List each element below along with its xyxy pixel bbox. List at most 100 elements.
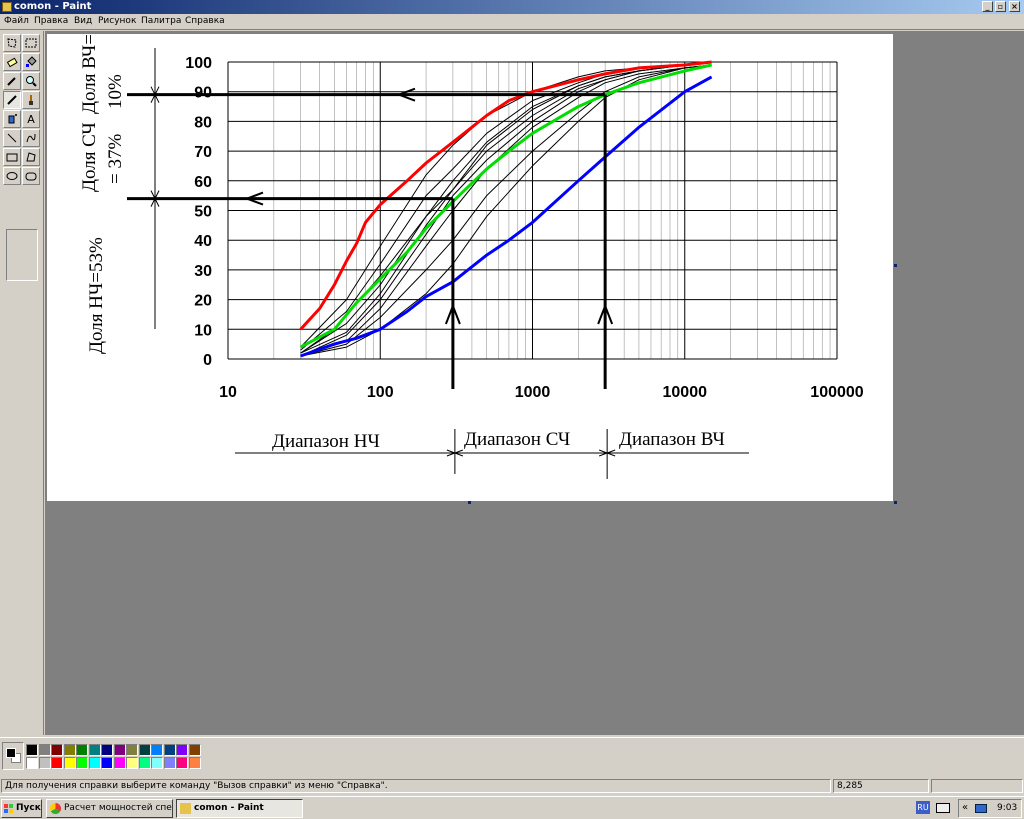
palette-swatch[interactable] [26,744,38,756]
palette-swatch[interactable] [101,744,113,756]
menu-file[interactable]: Файл [4,16,29,26]
label-range-mf: Диапазон СЧ [464,429,570,450]
eraser-icon[interactable] [3,53,21,71]
resize-handle-corner[interactable] [894,501,897,504]
y-tick-label: 20 [194,293,212,310]
label-range-hf: Диапазон ВЧ [619,429,725,450]
y-tick-label: 70 [194,144,212,161]
y-tick-label: 0 [203,352,212,369]
palette-swatch[interactable] [38,757,51,769]
foreground-color-swatch[interactable] [6,748,16,758]
line-tool-icon[interactable] [3,129,21,147]
maximize-button[interactable]: ▫ [995,1,1006,12]
clock[interactable]: 9:03 [997,803,1017,813]
palette-swatch[interactable] [51,757,63,769]
y-tick-label: 90 [194,85,212,102]
y-tick-label: 100 [185,55,212,72]
x-tick-label: 10 [219,384,237,401]
canvas-workspace: 0 10 20 30 40 50 60 70 80 90 100 10 100 1000 10000 1000… [45,31,1024,735]
paint-app-icon [2,2,12,12]
title-bar: comon - Paint _ ▫ × [0,0,1024,14]
status-bar: Для получения справки выберите команду "… [0,777,1024,795]
ellipse-tool-icon[interactable] [3,167,21,185]
resize-handle-bottom[interactable] [468,501,471,504]
palette-swatch[interactable] [126,744,138,756]
toolbox: A [0,31,44,735]
palette-swatch[interactable] [113,757,126,769]
system-tray: « 9:03 [958,799,1022,818]
minimize-button[interactable]: _ [982,1,993,12]
palette-swatch[interactable] [76,744,88,756]
palette-swatch[interactable] [138,757,151,769]
task-paint[interactable]: comon - Paint [176,799,303,818]
network-icon[interactable] [975,804,987,813]
fill-bucket-icon[interactable] [22,53,40,71]
palette-swatch[interactable] [88,757,101,769]
palette-swatch[interactable] [163,757,176,769]
rectangle-tool-icon[interactable] [3,148,21,166]
label-share-hf-pct: 10% [105,74,126,109]
palette-swatch[interactable] [188,744,201,756]
palette-swatch[interactable] [63,744,76,756]
polygon-tool-icon[interactable] [22,148,40,166]
airbrush-icon[interactable] [3,110,21,128]
start-button[interactable]: Пуск [1,799,42,818]
label-share-mf-pct: = 37% [105,134,126,184]
pencil-icon[interactable] [3,91,21,109]
palette-swatch[interactable] [138,744,151,756]
palette-swatch[interactable] [38,744,51,756]
window-title: comon - Paint [14,1,92,12]
y-tick-label: 10 [194,322,212,339]
color-picker-icon[interactable] [3,72,21,90]
palette-swatch[interactable] [26,757,38,769]
menu-help[interactable]: Справка [185,16,225,26]
palette-swatch[interactable] [88,744,101,756]
paint-window: comon - Paint _ ▫ × Файл Правка Вид Рису… [0,0,1024,819]
status-coordinates: 8,285 [833,779,929,793]
x-tick-label: 100000 [810,384,863,401]
rect-select-icon[interactable] [22,34,40,52]
status-help-text: Для получения справки выберите команду "… [1,779,831,793]
drawing-canvas[interactable]: 0 10 20 30 40 50 60 70 80 90 100 10 100 1000 10000 1000… [47,34,893,501]
y-tick-label: 80 [194,114,212,131]
color-palette [0,737,1024,775]
rounded-rect-tool-icon[interactable] [22,167,40,185]
keyboard-icon[interactable] [936,803,950,813]
status-size [931,779,1023,793]
x-tick-label: 10000 [663,384,708,401]
close-button[interactable]: × [1009,1,1020,12]
free-select-icon[interactable] [3,34,21,52]
magnifier-icon[interactable] [22,72,40,90]
palette-swatch[interactable] [101,757,113,769]
menu-image[interactable]: Рисунок [98,16,136,26]
tray-expand-icon[interactable]: « [962,802,968,813]
menu-palette[interactable]: Палитра [141,16,181,26]
menu-edit[interactable]: Правка [34,16,68,26]
current-colors[interactable] [2,742,24,770]
menu-view[interactable]: Вид [74,16,92,26]
palette-swatch[interactable] [163,744,176,756]
y-tick-label: 60 [194,174,212,191]
task-spectrum-calc[interactable]: Расчет мощностей спек... [46,799,173,818]
text-tool-icon[interactable]: A [22,110,40,128]
y-tick-label: 40 [194,233,212,250]
series-line [300,61,712,348]
palette-swatch[interactable] [51,744,63,756]
palette-swatch[interactable] [176,744,188,756]
palette-swatch[interactable] [76,757,88,769]
palette-swatch[interactable] [63,757,76,769]
start-label: Пуск [16,803,41,813]
curve-tool-icon[interactable] [22,129,40,147]
label-share-mf: Доля СЧ [79,122,100,192]
resize-handle-right[interactable] [894,264,897,267]
palette-swatch[interactable] [113,744,126,756]
palette-swatch[interactable] [151,744,163,756]
palette-swatch[interactable] [126,757,138,769]
palette-swatch[interactable] [151,757,163,769]
palette-swatch[interactable] [188,757,201,769]
tool-options-box[interactable] [6,229,38,281]
brush-icon[interactable] [22,91,40,109]
language-indicator[interactable]: RU [916,801,930,814]
palette-swatch[interactable] [176,757,188,769]
menu-bar: Файл Правка Вид Рисунок Палитра Справка [0,14,1024,30]
